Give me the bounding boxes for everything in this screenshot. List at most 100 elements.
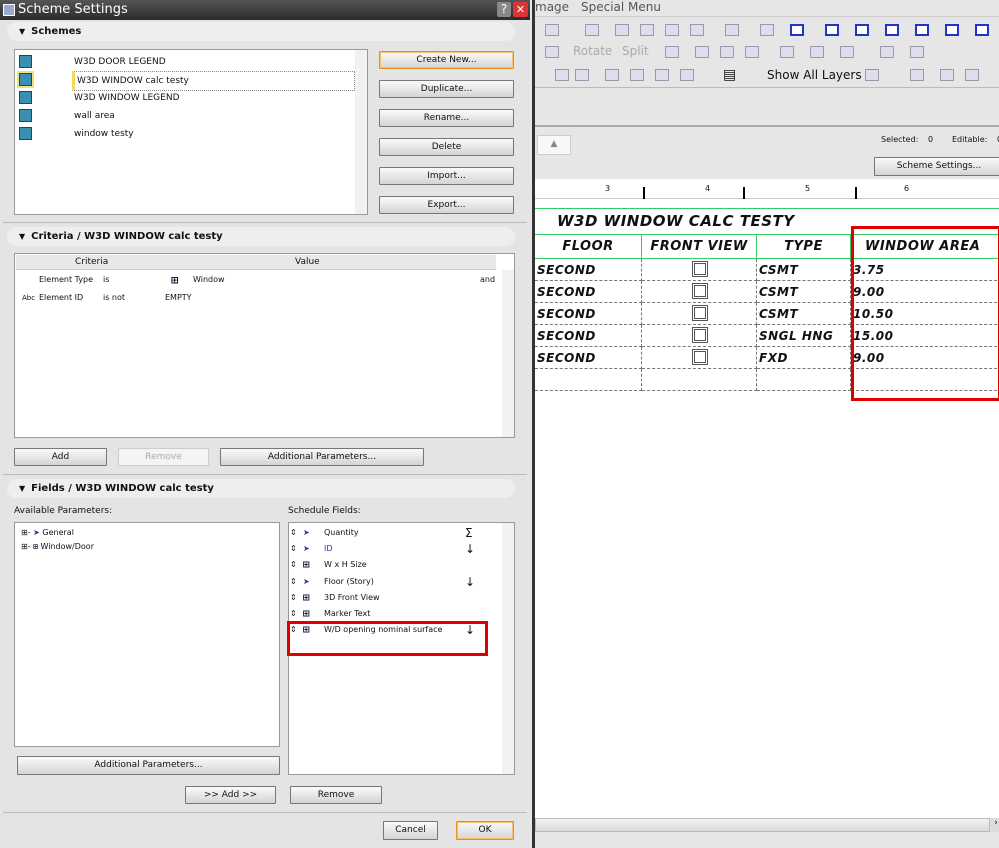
create-new-button[interactable]: Create New... — [379, 51, 514, 69]
help-button[interactable]: ? — [497, 2, 511, 17]
schedule-column-header[interactable]: FRONT VIEW — [642, 235, 757, 259]
column-header-criteria[interactable]: Criteria — [75, 257, 108, 267]
scheme-list-scrollbar[interactable] — [355, 50, 367, 214]
toolbar-tool-icon[interactable] — [640, 24, 654, 36]
reorder-handle-icon[interactable]: ⇕ — [290, 606, 297, 622]
schedule-cell[interactable]: SECOND — [535, 303, 642, 325]
sum-icon[interactable]: Σ — [465, 525, 473, 541]
toolbar-tool-icon[interactable] — [545, 24, 559, 36]
delete-button[interactable]: Delete — [379, 138, 514, 156]
reorder-handle-icon[interactable]: ⇕ — [290, 557, 297, 573]
scheme-item[interactable]: W3D DOOR LEGEND — [15, 53, 355, 71]
schedule-field-item[interactable]: ⇕ ➤ ID ↓ — [289, 541, 501, 557]
expand-icon[interactable]: ⊞- — [21, 542, 31, 551]
toolbar-tool-icon[interactable] — [545, 46, 559, 58]
toolbar-tool-icon[interactable] — [865, 69, 879, 81]
toolbar-tool-icon[interactable] — [630, 69, 644, 81]
schedule-cell[interactable]: FXD — [757, 347, 851, 369]
column-header-value[interactable]: Value — [295, 257, 320, 267]
rotate-button[interactable]: Rotate — [573, 44, 612, 58]
schedule-cell[interactable]: SECOND — [535, 325, 642, 347]
toolbar-tool-icon[interactable] — [915, 24, 929, 36]
scroll-right-icon[interactable]: › — [990, 818, 999, 832]
schemes-section-header[interactable]: ▼ Schemes — [7, 22, 515, 41]
toolbar-tool-icon[interactable] — [810, 46, 824, 58]
cancel-button[interactable]: Cancel — [383, 821, 438, 840]
toolbar-tool-icon[interactable] — [665, 46, 679, 58]
toolbar-tool-icon[interactable] — [760, 24, 774, 36]
sort-icon[interactable]: ↓ — [465, 541, 475, 557]
scheme-settings-button[interactable]: Scheme Settings... — [874, 157, 999, 176]
schedule-cell[interactable]: SNGL HNG — [757, 325, 851, 347]
rename-button[interactable]: Rename... — [379, 109, 514, 127]
available-parameters-tree[interactable]: ⊞- ➤ General ⊞- ⊞ Window/Door — [14, 522, 280, 747]
remove-field-button[interactable]: Remove — [290, 786, 382, 804]
fields-section-header[interactable]: ▼ Fields / W3D WINDOW calc testy — [7, 479, 515, 498]
schedule-cell[interactable]: CSMT — [757, 281, 851, 303]
toolbar-tool-icon[interactable] — [680, 69, 694, 81]
toolbar-tool-icon[interactable] — [825, 24, 839, 36]
toolbar-tool-icon[interactable] — [880, 46, 894, 58]
schedule-column-header[interactable]: FLOOR — [535, 235, 642, 259]
scheme-item[interactable]: window testy — [15, 125, 355, 143]
toolbar-tool-icon[interactable] — [945, 24, 959, 36]
schedule-cell[interactable]: CSMT — [757, 303, 851, 325]
schedule-cell[interactable]: SECOND — [535, 281, 642, 303]
tree-item-window-door[interactable]: ⊞- ⊞ Window/Door — [21, 539, 94, 555]
toolbar-tool-icon[interactable] — [965, 69, 979, 81]
toolbar-tool-icon[interactable] — [910, 69, 924, 81]
schedule-field-item[interactable]: ⇕ ⊞ Marker Text — [289, 606, 501, 622]
toolbar-tool-icon[interactable] — [665, 24, 679, 36]
criteria-row[interactable]: Abc Element ID is not EMPTY — [15, 290, 500, 306]
reorder-handle-icon[interactable]: ⇕ — [290, 525, 297, 541]
toolbar-tool-icon[interactable] — [855, 24, 869, 36]
menu-special[interactable]: Special Menu — [581, 0, 661, 15]
toolbar-tool-icon[interactable] — [655, 69, 669, 81]
split-button[interactable]: Split — [622, 44, 649, 58]
schedule-cell[interactable]: SECOND — [535, 259, 642, 281]
reorder-handle-icon[interactable]: ⇕ — [290, 590, 297, 606]
scheme-item[interactable]: wall area — [15, 107, 355, 125]
add-criteria-button[interactable]: Add — [14, 448, 107, 466]
import-button[interactable]: Import... — [379, 167, 514, 185]
schedule-cell[interactable]: CSMT — [757, 259, 851, 281]
criteria-additional-parameters-button[interactable]: Additional Parameters... — [220, 448, 424, 466]
schedule-field-item[interactable]: ⇕ ➤ Floor (Story) ↓ — [289, 574, 501, 590]
toolbar-tool-icon[interactable] — [975, 24, 989, 36]
toolbar-tool-icon[interactable] — [720, 46, 734, 58]
scheme-item[interactable]: W3D WINDOW calc testy — [15, 71, 355, 91]
close-button[interactable]: ✕ — [513, 2, 528, 17]
show-all-layers-button[interactable]: Show All Layers — [767, 68, 862, 82]
criteria-table[interactable]: Criteria Value Element Type is ⊞ Window … — [14, 253, 515, 438]
schedule-cell[interactable] — [535, 369, 642, 391]
criteria-row[interactable]: Element Type is ⊞ Window and — [15, 272, 500, 288]
toolbar-tool-icon[interactable] — [940, 69, 954, 81]
toolbar-tool-icon[interactable] — [605, 69, 619, 81]
schedule-cell[interactable]: SECOND — [535, 347, 642, 369]
reorder-handle-icon[interactable]: ⇕ — [290, 574, 297, 590]
scheme-item[interactable]: W3D WINDOW LEGEND — [15, 89, 355, 107]
toolbar-tool-icon[interactable] — [745, 46, 759, 58]
toolbar-tool-icon[interactable] — [910, 46, 924, 58]
toolbar-tool-icon[interactable] — [695, 46, 709, 58]
ok-button[interactable]: OK — [456, 821, 514, 840]
remove-criteria-button[interactable]: Remove — [118, 448, 209, 466]
toolbar-tool-icon[interactable] — [885, 24, 899, 36]
sort-icon[interactable]: ↓ — [465, 574, 475, 590]
criteria-section-header[interactable]: ▼ Criteria / W3D WINDOW calc testy — [7, 227, 515, 246]
scheme-list[interactable]: W3D DOOR LEGEND W3D WINDOW calc testy W3… — [14, 49, 368, 215]
toolbar-tool-icon[interactable] — [575, 69, 589, 81]
toolbar-tool-icon[interactable] — [840, 46, 854, 58]
reorder-handle-icon[interactable]: ⇕ — [290, 541, 297, 557]
schedule-field-item[interactable]: ⇕ ⊞ W x H Size — [289, 557, 501, 573]
schedule-fields-scrollbar[interactable] — [502, 523, 514, 774]
horizontal-scrollbar[interactable] — [535, 818, 990, 832]
toolbar-tool-icon[interactable] — [690, 24, 704, 36]
toolbar-tool-icon[interactable] — [790, 24, 804, 36]
schedule-field-item[interactable]: ⇕ ⊞ 3D Front View — [289, 590, 501, 606]
toolbar-tool-icon[interactable] — [615, 24, 629, 36]
schedule-column-header[interactable]: TYPE — [757, 235, 851, 259]
schedule-field-item[interactable]: ⇕ ➤ Quantity Σ — [289, 525, 501, 541]
criteria-scrollbar[interactable] — [502, 270, 514, 437]
view-toggle-button[interactable]: ▲ — [537, 135, 571, 155]
